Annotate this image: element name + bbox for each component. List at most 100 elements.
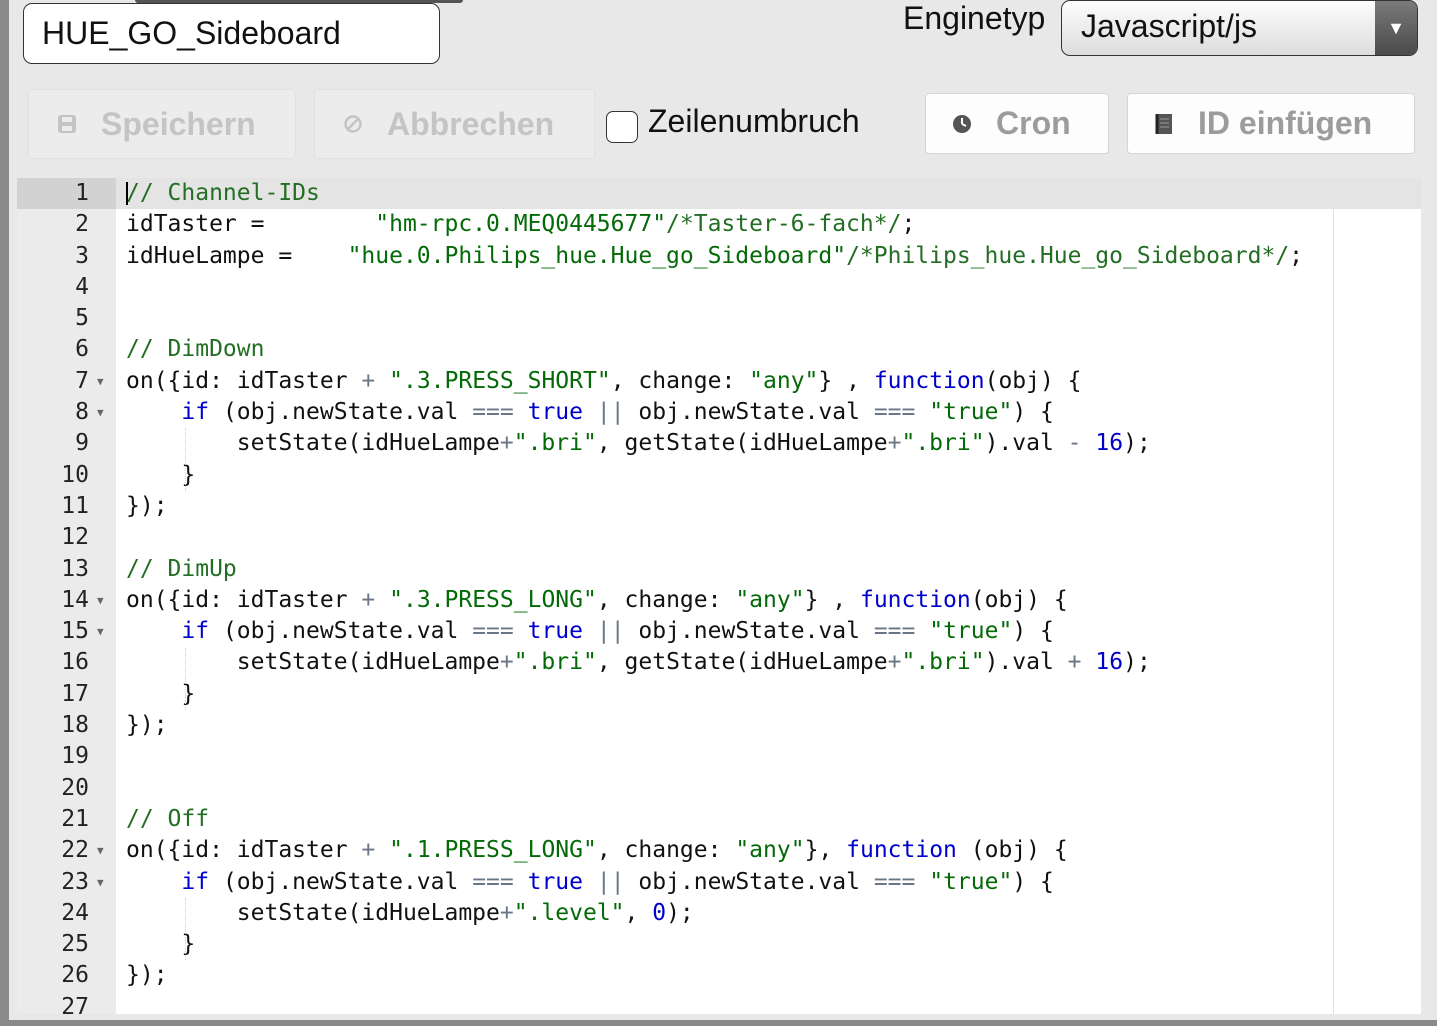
code-line[interactable]: 21 // Off <box>17 804 1421 835</box>
line-number: 14 <box>61 586 89 613</box>
cron-button[interactable]: Cron <box>925 93 1109 154</box>
line-number: 26 <box>61 962 89 989</box>
indent-guide <box>185 897 186 961</box>
engine-type-value: Javascript/js <box>1081 8 1258 44</box>
code-text: on({id: idTaster + ".3.PRESS_SHORT", cha… <box>126 367 1082 394</box>
line-number: 4 <box>75 273 89 300</box>
fold-toggle-icon[interactable]: ▼ <box>97 585 104 616</box>
line-number: 6 <box>75 336 89 363</box>
insert-id-label: ID einfügen <box>1198 105 1373 141</box>
line-number: 19 <box>61 743 89 770</box>
fold-toggle-icon[interactable]: ▼ <box>97 397 104 428</box>
line-gutter-cell: 25 <box>17 929 116 960</box>
line-gutter-cell: 23 ▼ <box>17 867 116 898</box>
book-icon <box>1150 110 1178 138</box>
line-number: 7 <box>75 367 89 394</box>
indent-guide <box>185 428 186 491</box>
code-text: if (obj.newState.val === true || obj.new… <box>181 868 1054 895</box>
code-line[interactable]: 24 setState(idHueLampe+".level", 0); <box>17 898 1421 929</box>
line-wrap-checkbox[interactable] <box>606 111 638 143</box>
line-number: 24 <box>61 899 89 926</box>
cancel-button[interactable]: Abbrechen <box>314 89 595 159</box>
line-gutter-cell: 9 <box>17 428 116 459</box>
code-line[interactable]: 1 // Channel-IDs <box>17 178 1421 210</box>
code-line[interactable]: 7 ▼ on({id: idTaster + ".3.PRESS_SHORT", c… <box>17 366 1421 397</box>
code-text: // Channel-IDs <box>126 180 320 206</box>
line-number: 20 <box>61 774 89 801</box>
code-line[interactable]: 11}); <box>17 491 1421 522</box>
fold-toggle-icon[interactable]: ▼ <box>97 616 104 647</box>
code-text: // Off <box>126 805 210 832</box>
line-number: 12 <box>61 524 89 551</box>
indent-guide <box>185 647 186 711</box>
code-line[interactable]: 6 // DimDown <box>17 334 1421 365</box>
code-line[interactable]: 14 ▼ on({id: idTaster + ".3.PRESS_LONG", c… <box>17 585 1421 616</box>
code-line[interactable]: 4 <box>17 272 1421 303</box>
line-gutter-cell: 13 <box>17 554 116 585</box>
line-number: 15 <box>61 618 89 645</box>
code-line[interactable]: 12 <box>17 522 1421 553</box>
code-line[interactable]: 27 <box>17 992 1421 1014</box>
window-frame-bottom <box>0 1020 1437 1026</box>
code-text: // DimDown <box>126 336 265 363</box>
fold-toggle-icon[interactable]: ▼ <box>97 867 104 898</box>
line-number: 27 <box>61 993 89 1014</box>
line-number: 8 <box>75 399 89 426</box>
line-gutter-cell: 14 ▼ <box>17 585 116 616</box>
insert-id-button[interactable]: ID einfügen <box>1127 93 1415 154</box>
line-number: 5 <box>75 305 89 332</box>
clock-icon <box>948 110 976 138</box>
code-line[interactable]: 13 // DimUp <box>17 554 1421 585</box>
save-button[interactable]: Speichern <box>28 89 296 159</box>
code-line[interactable]: 17 } <box>17 679 1421 710</box>
code-line[interactable]: 8 ▼ if (obj.newState.val === true || obj.… <box>17 397 1421 428</box>
line-number: 9 <box>75 430 89 457</box>
cancel-label: Abbrechen <box>387 105 555 142</box>
code-line[interactable]: 26}); <box>17 960 1421 991</box>
line-gutter-cell: 11 <box>17 491 116 522</box>
code-line[interactable]: 5 <box>17 303 1421 334</box>
code-text: // DimUp <box>126 555 237 582</box>
engine-type-select[interactable]: Javascript/js ▼ <box>1061 0 1418 56</box>
code-text: }); <box>126 962 168 989</box>
line-number: 10 <box>61 461 89 488</box>
code-line[interactable]: 9 setState(idHueLampe+".bri", getState(i… <box>17 428 1421 459</box>
line-gutter-cell: 12 <box>17 522 116 553</box>
fold-toggle-icon[interactable]: ▼ <box>97 835 104 866</box>
code-line[interactable]: 25 } <box>17 929 1421 960</box>
code-line[interactable]: 15 ▼ if (obj.newState.val === true || obj… <box>17 616 1421 647</box>
line-gutter-cell: 16 <box>17 647 116 678</box>
code-editor[interactable]: 1 // Channel-IDs 2 idTaster = "hm-rpc.0.MEQ… <box>17 178 1421 1014</box>
line-number: 22 <box>61 837 89 864</box>
chevron-down-icon[interactable]: ▼ <box>1375 1 1417 55</box>
code-line[interactable]: 3 idHueLampe = "hue.0.Philips_hue.Hue_go_… <box>17 241 1421 272</box>
line-gutter-cell: 3 <box>17 241 116 272</box>
line-number: 3 <box>75 242 89 269</box>
line-gutter-cell: 20 <box>17 773 116 804</box>
line-number: 2 <box>75 211 89 238</box>
code-line[interactable]: 16 setState(idHueLampe+".bri", getState(… <box>17 647 1421 678</box>
code-line[interactable]: 10 } <box>17 460 1421 491</box>
line-number: 17 <box>61 680 89 707</box>
code-text: setState(idHueLampe+".bri", getState(idH… <box>126 430 1151 457</box>
code-line[interactable]: 22 ▼ on({id: idTaster + ".1.PRESS_LONG", c… <box>17 835 1421 866</box>
engine-type-label: Enginetyp <box>903 0 1046 36</box>
fold-toggle-icon[interactable]: ▼ <box>97 366 104 397</box>
code-line[interactable]: 19 <box>17 741 1421 772</box>
line-gutter-cell: 17 <box>17 679 116 710</box>
code-text: setState(idHueLampe+".level", 0); <box>126 899 694 926</box>
line-number: 16 <box>61 649 89 676</box>
code-line[interactable]: 23 ▼ if (obj.newState.val === true || obj… <box>17 867 1421 898</box>
code-line[interactable]: 20 <box>17 773 1421 804</box>
save-label: Speichern <box>101 105 256 142</box>
line-number: 1 <box>75 180 89 206</box>
line-number: 11 <box>61 492 89 519</box>
script-name-input[interactable] <box>23 3 440 64</box>
line-gutter-cell: 1 <box>17 178 116 210</box>
code-line[interactable]: 18}); <box>17 710 1421 741</box>
code-text: idTaster = "hm-rpc.0.MEQ0445677"/*Taster… <box>126 211 916 238</box>
line-gutter-cell: 5 <box>17 303 116 334</box>
line-gutter-cell: 15 ▼ <box>17 616 116 647</box>
code-line[interactable]: 2 idTaster = "hm-rpc.0.MEQ0445677"/*Taste… <box>17 209 1421 240</box>
line-number: 21 <box>61 805 89 832</box>
